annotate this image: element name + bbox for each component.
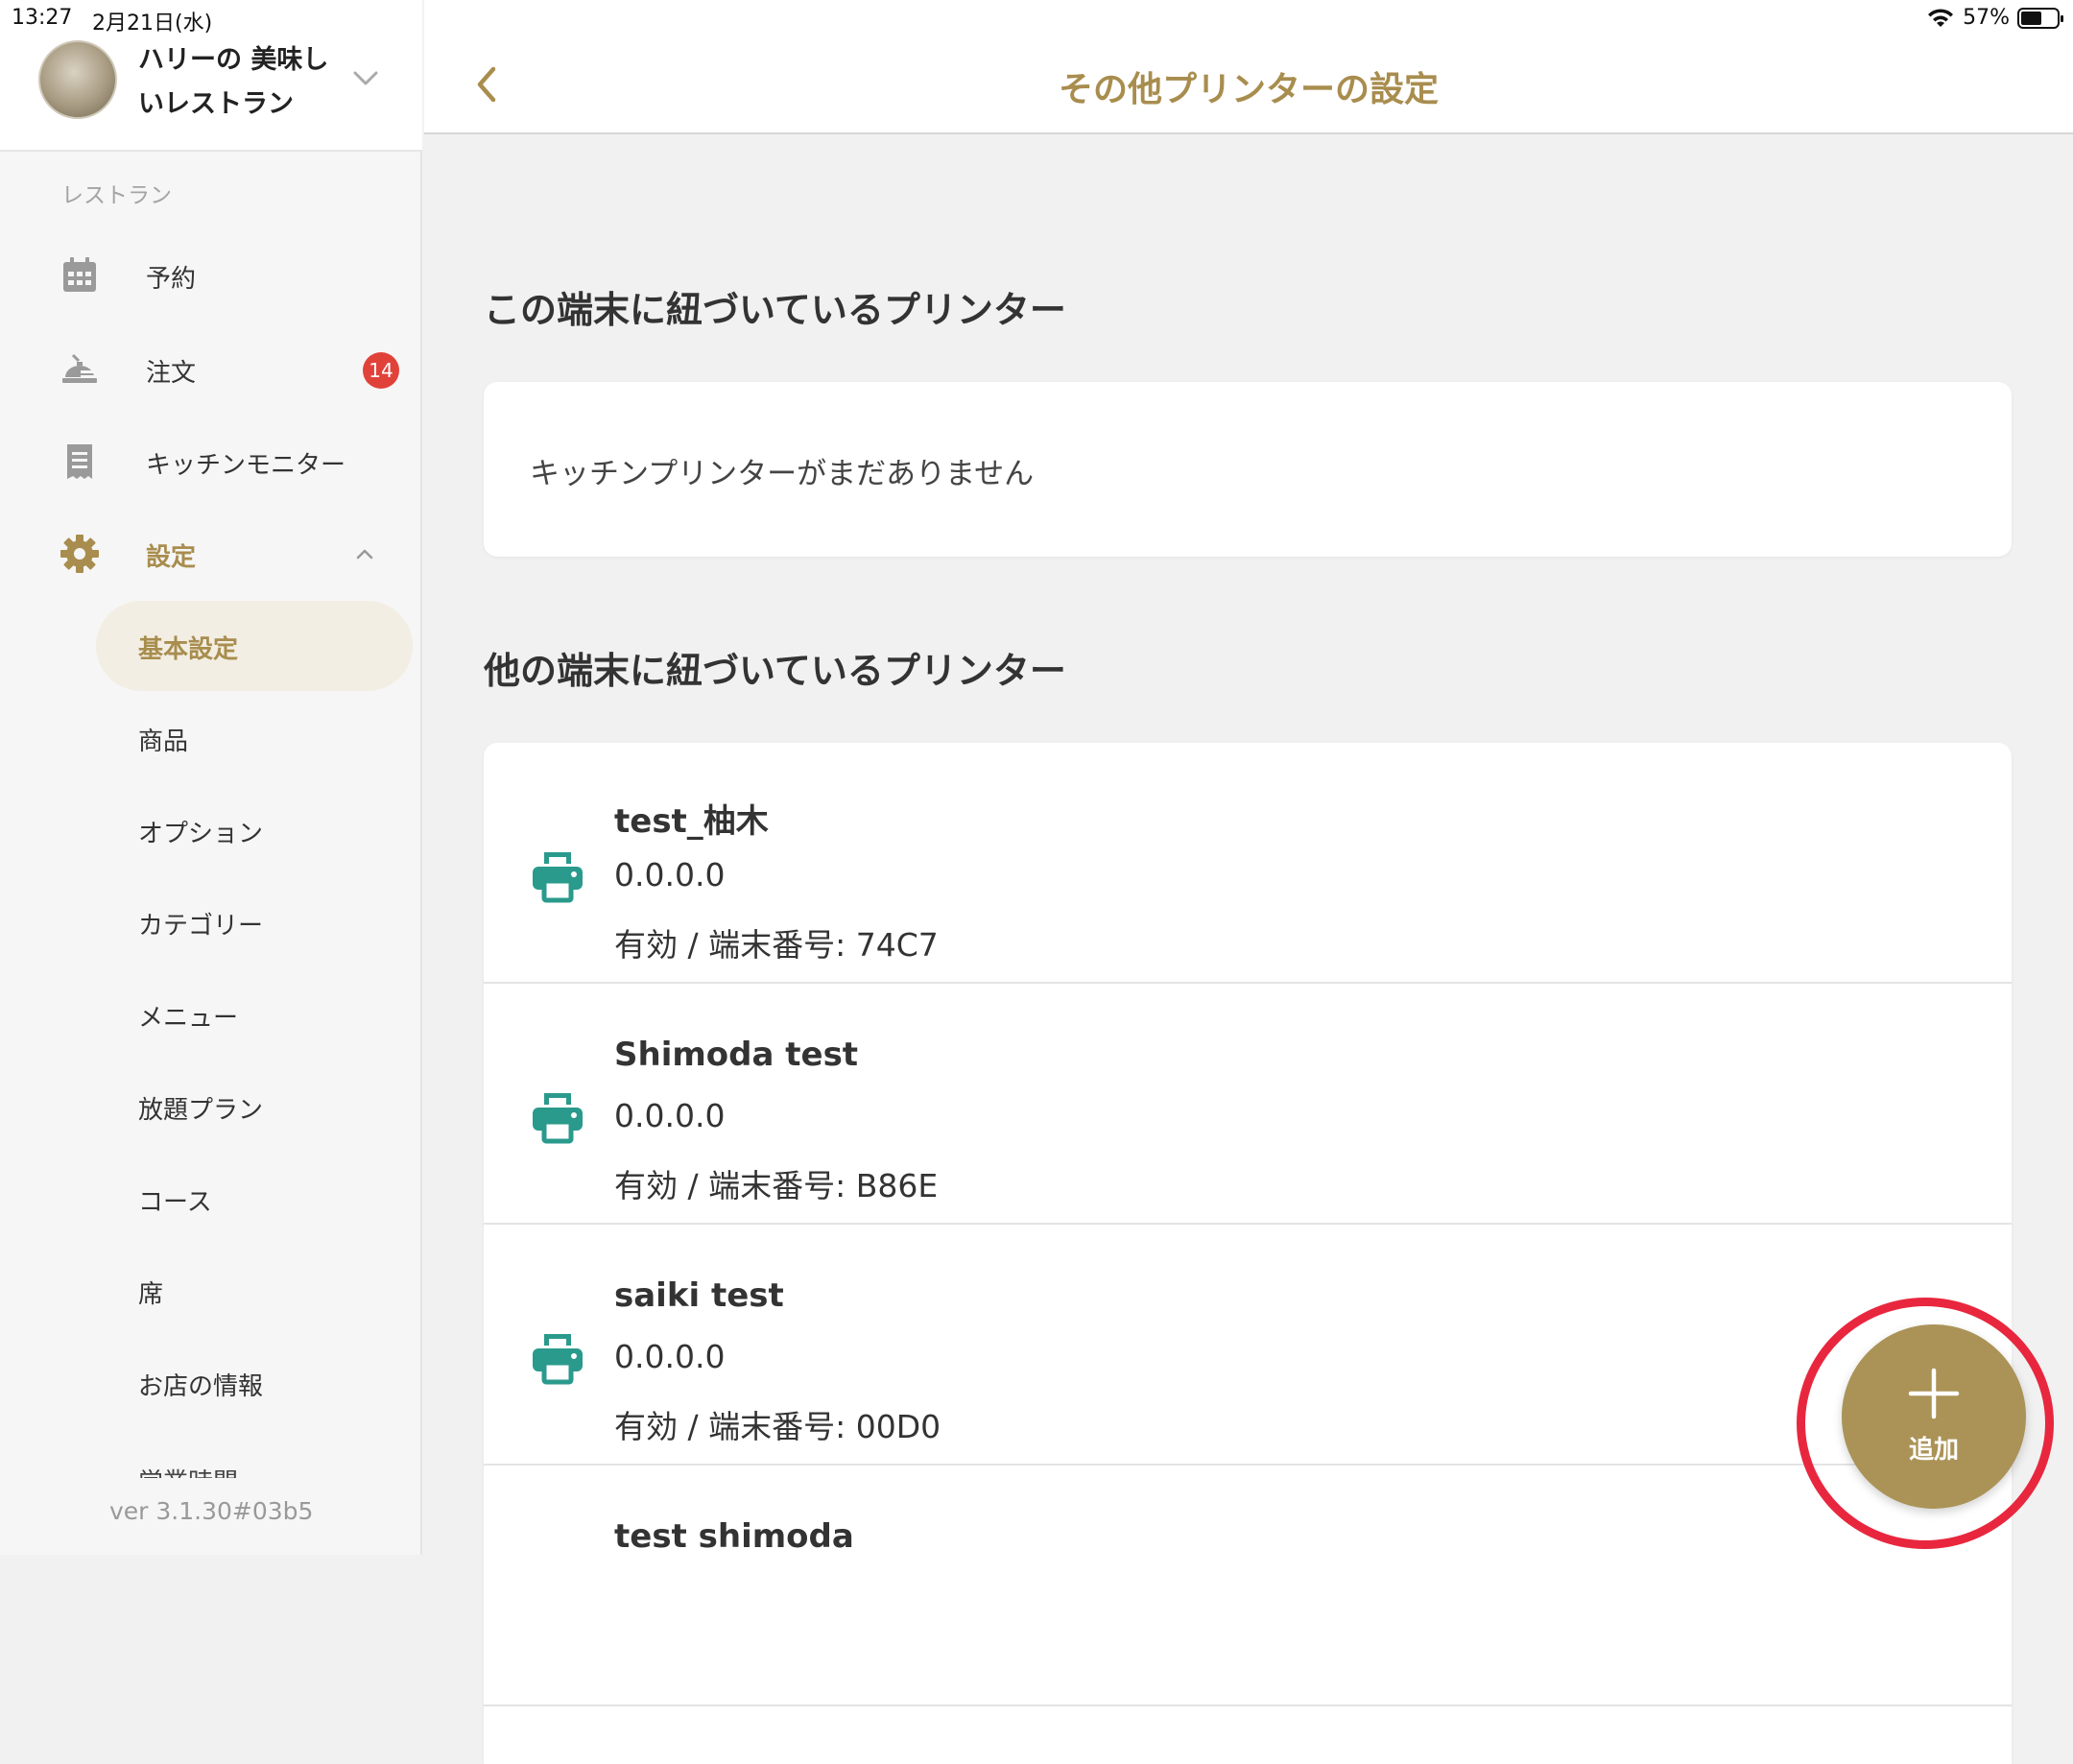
printer-row[interactable]: saiki test 0.0.0.0 有効 / 端末番号: 00D0 <box>484 1225 2012 1466</box>
printer-row[interactable]: Shimoda test 0.0.0.0 有効 / 端末番号: B86E <box>484 984 2012 1225</box>
printer-status: 有効 / 端末番号: B86E <box>614 1167 939 1204</box>
section-label-restaurant: レストラン <box>61 183 172 208</box>
page-title: その他プリンターの設定 <box>1058 70 1439 109</box>
sidebar-item-reservations[interactable]: 予約 <box>0 242 422 309</box>
sidebar-item-label: キッチンモニター <box>146 451 346 480</box>
subitem-label: 営業時間 <box>138 1463 238 1478</box>
store-name: ハリーの 美味しいレストラン <box>138 45 329 119</box>
order-icon <box>62 353 97 383</box>
subitem-label: カテゴリー <box>138 912 264 941</box>
chevron-up-icon[interactable] <box>351 541 378 568</box>
printer-name: test shimoda <box>614 1517 854 1556</box>
subitem-label: メニュー <box>138 1004 239 1033</box>
wifi-icon <box>1928 8 1954 27</box>
subitem-label: オプション <box>138 820 264 848</box>
status-date: 2月21日(水) <box>92 12 213 36</box>
gear-icon <box>60 535 99 573</box>
this-device-printers-title: この端末に紐づいているプリンター <box>484 289 1066 331</box>
printer-status: 有効 / 端末番号: 74C7 <box>614 926 939 964</box>
other-device-printers-title: 他の端末に紐づいているプリンター <box>484 650 1066 692</box>
app-version: ver 3.1.30#03b5 <box>109 1497 314 1525</box>
sidebar-subitem-menu[interactable]: メニュー <box>96 969 413 1060</box>
add-button-label: 追加 <box>1908 1436 1959 1465</box>
printer-row[interactable]: test shimoda <box>484 1466 2012 1706</box>
status-bar: 13:27 2月21日(水) 57% <box>0 0 2073 36</box>
sidebar-subitem-options[interactable]: オプション <box>96 785 413 875</box>
sidebar-subitem-basic-settings[interactable]: 基本設定 <box>96 601 413 691</box>
sidebar-item-settings[interactable]: 設定 <box>0 520 422 587</box>
subitem-label: コース <box>138 1188 212 1217</box>
sidebar-item-orders[interactable]: 注文 14 <box>0 336 422 403</box>
add-printer-button[interactable]: 追加 <box>1842 1324 2026 1509</box>
chevron-down-icon[interactable] <box>349 61 382 94</box>
status-right: 57% <box>1926 6 2063 30</box>
store-avatar <box>38 40 117 119</box>
sidebar-subitem-store-info[interactable]: お店の情報 <box>96 1338 413 1428</box>
sidebar: ハリーの 美味しいレストラン レストラン 予約 注文 14 キッチンモニター 設… <box>0 0 422 1555</box>
printer-list: test_柚木 0.0.0.0 有効 / 端末番号: 74C7 Shimoda … <box>484 743 2012 1764</box>
printer-ip: 0.0.0.0 <box>614 856 726 894</box>
sidebar-subitem-courses[interactable]: コース <box>96 1154 413 1244</box>
calendar-icon <box>63 257 96 292</box>
sidebar-subitem-categories[interactable]: カテゴリー <box>96 877 413 967</box>
sidebar-subitem-products[interactable]: 商品 <box>96 693 413 783</box>
sidebar-item-label: 注文 <box>146 359 197 388</box>
sidebar-item-label: 予約 <box>146 265 197 294</box>
printer-name: test_柚木 <box>614 802 769 841</box>
printer-icon <box>533 1093 583 1144</box>
sidebar-subitem-business-hours[interactable]: 営業時間 <box>96 1459 413 1478</box>
printer-icon <box>533 852 583 903</box>
sidebar-item-label: 設定 <box>146 543 197 572</box>
battery-icon <box>2017 7 2063 29</box>
printer-status: 有効 / 端末番号: 00D0 <box>614 1408 941 1445</box>
plus-icon <box>1908 1368 1960 1419</box>
printer-icon <box>533 1334 583 1385</box>
sidebar-subitem-all-you-can-plans[interactable]: 放題プラン <box>96 1061 413 1152</box>
empty-state-text: キッチンプリンターがまだありません <box>530 457 1035 491</box>
order-count-badge: 14 <box>363 352 399 389</box>
subitem-label: 商品 <box>138 727 189 756</box>
sidebar-item-kitchen-monitor[interactable]: キッチンモニター <box>0 428 422 495</box>
printer-name: Shimoda test <box>614 1036 859 1074</box>
sidebar-subitem-seats[interactable]: 席 <box>96 1246 413 1336</box>
this-device-printers-card: キッチンプリンターがまだありません <box>484 382 2012 557</box>
printer-row[interactable]: test_柚木 0.0.0.0 有効 / 端末番号: 74C7 <box>484 743 2012 984</box>
printer-name: saiki test <box>614 1276 784 1315</box>
subitem-label: 基本設定 <box>138 635 239 664</box>
printer-ip: 0.0.0.0 <box>614 1338 726 1375</box>
receipt-icon <box>67 444 92 479</box>
status-time: 13:27 <box>12 6 73 30</box>
printer-ip: 0.0.0.0 <box>614 1097 726 1134</box>
subitem-label: 放題プラン <box>138 1096 264 1125</box>
subitem-label: 席 <box>138 1280 164 1309</box>
subitem-label: お店の情報 <box>138 1372 264 1401</box>
battery-percent: 57% <box>1963 6 2010 30</box>
